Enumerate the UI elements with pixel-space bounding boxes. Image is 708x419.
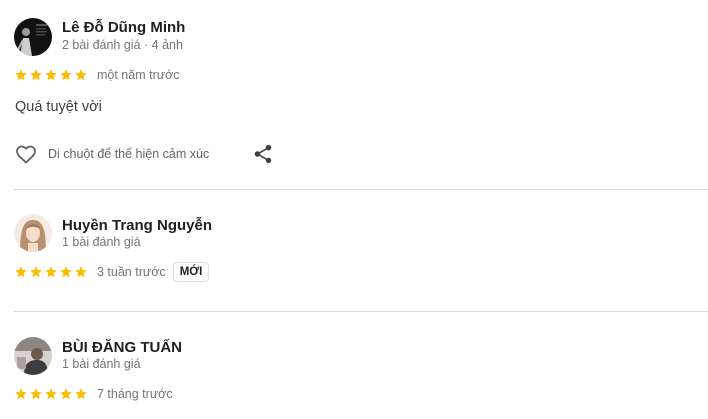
star-icon [30,69,42,81]
divider [14,189,708,190]
divider [14,311,708,312]
share-icon[interactable] [252,143,274,165]
review-text: Quá tuyệt vời [15,99,102,115]
heart-outline-icon[interactable] [14,142,38,166]
star-icon [60,266,72,278]
reviewer-name[interactable]: BÙI ĐĂNG TUẤN [62,339,182,356]
reviewer-meta: 1 bài đánh giá [62,357,141,371]
rating-row: 7 tháng trước [14,384,173,404]
rating-row: một năm trước [14,65,180,85]
star-icon [45,69,57,81]
review-actions: Di chuột để thể hiện cảm xúc [14,141,272,167]
star-rating [14,265,88,279]
avatar[interactable] [14,214,52,252]
avatar[interactable] [14,337,52,375]
review-time: một năm trước [97,68,180,82]
star-icon [75,388,87,400]
star-icon [75,69,87,81]
star-icon [60,69,72,81]
reaction-hint[interactable]: Di chuột để thể hiện cảm xúc [48,147,209,161]
star-rating [14,387,88,401]
new-badge: MỚI [172,262,210,282]
star-icon [45,266,57,278]
star-icon [30,266,42,278]
reviewer-name[interactable]: Huyền Trang Nguyễn [62,217,212,234]
rating-row: 3 tuần trước MỚI [14,262,210,282]
reviewer-meta: 2 bài đánh giá · 4 ảnh [62,38,183,52]
avatar[interactable] [14,18,52,56]
star-rating [14,68,88,82]
star-icon [15,388,27,400]
star-icon [45,388,57,400]
star-icon [30,388,42,400]
reviewer-name[interactable]: Lê Đỗ Dũng Minh [62,19,185,36]
review-time: 3 tuần trước [97,265,166,279]
star-icon [60,388,72,400]
reviewer-meta: 1 bài đánh giá [62,235,141,249]
star-icon [15,266,27,278]
review-time: 7 tháng trước [97,387,173,401]
star-icon [75,266,87,278]
star-icon [15,69,27,81]
